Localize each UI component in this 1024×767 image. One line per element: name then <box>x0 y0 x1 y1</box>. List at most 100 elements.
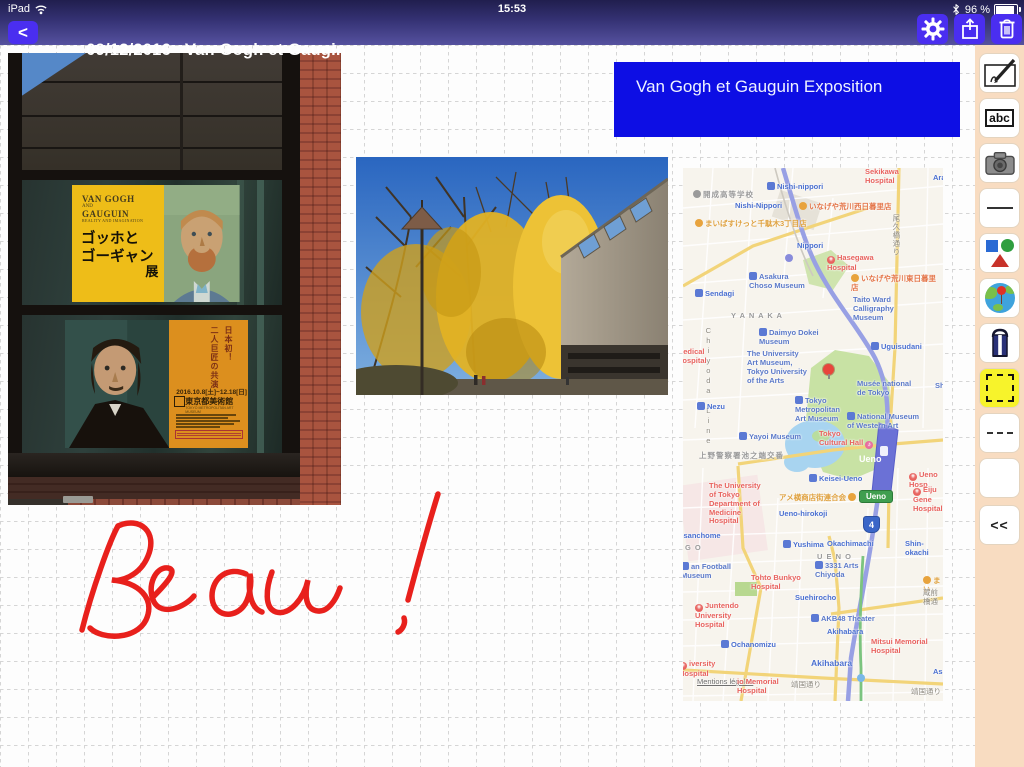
handwriting-beau[interactable] <box>60 470 480 670</box>
poster-gauguin: 日本初！ 二人巨匠の共演 2016.10.8[土]~12.18[日] 東京都美術… <box>65 320 248 448</box>
map-label: +Eiju Gene Hospital <box>913 486 943 514</box>
mus-map-icon <box>683 562 689 570</box>
mus-map-icon <box>759 328 767 336</box>
map-ueno[interactable]: Nishi-nipporiSekikawa HospitalAra開成高等学校N… <box>683 168 943 701</box>
delete-button[interactable] <box>991 14 1022 44</box>
map-label: Nishi-Nippori <box>735 202 782 211</box>
clock: 15:53 <box>0 3 1024 15</box>
map-label: 靖国通り <box>791 681 821 690</box>
blank-tool-button[interactable] <box>979 458 1020 498</box>
settings-button[interactable] <box>917 14 948 44</box>
back-button[interactable]: < <box>8 21 38 44</box>
shapes-tool-button[interactable] <box>979 233 1020 273</box>
map-label: Ara <box>933 174 943 183</box>
map-label: io Memorial Hospital <box>737 678 779 696</box>
map-label: Keisei-Ueno <box>809 474 862 484</box>
poster-title-en: VAN GOGH <box>82 195 164 204</box>
map-label: National Museum of Western Art <box>847 412 919 431</box>
pen-icon <box>983 58 1017 88</box>
map-label: Daimyo Dokei Museum <box>759 328 819 347</box>
map-label: Chiyoda Line <box>703 326 712 446</box>
rail-map-icon <box>809 474 817 482</box>
selection-rect-icon <box>986 374 1014 402</box>
share-button[interactable] <box>954 14 985 44</box>
window-lower: 日本初！ 二人巨匠の共演 2016.10.8[土]~12.18[日] 東京都美術… <box>22 315 282 453</box>
photo-ginkgo-trees[interactable] <box>356 157 668 395</box>
map-label: 尾久橋通り <box>891 214 900 257</box>
page-title: 09/12/2016 Van Gogh et Gaugin <box>48 22 346 79</box>
status-bar: iPad 15:53 96 % <box>0 0 1024 18</box>
map-label: Sendagi <box>695 289 734 299</box>
line-tool-button[interactable] <box>979 188 1020 228</box>
map-label: an Football Museum <box>683 562 731 581</box>
map-tool-button[interactable] <box>979 278 1020 318</box>
ueno-route-shield: Ueno <box>859 490 893 503</box>
map-label: Suehirocho <box>795 594 836 603</box>
gear-icon <box>921 17 945 41</box>
eraser-icon <box>986 327 1014 359</box>
collapse-icon: << <box>990 517 1008 533</box>
shop-map-icon <box>695 219 703 227</box>
camera-icon <box>983 149 1017 177</box>
poster2-vertical-text: 日本初！ <box>223 326 234 362</box>
rail-map-icon <box>783 540 791 548</box>
map-label: Medical Hospital <box>683 348 707 366</box>
gray-map-icon <box>693 190 701 198</box>
photo-exhibition-posters[interactable]: VAN GOGH AND GAUGUIN REALITY AND IMAGINA… <box>8 53 341 505</box>
dashed-line-icon <box>987 432 1013 434</box>
music-map-icon: ♪ <box>865 441 873 449</box>
note-title-box[interactable]: Van Gogh et Gauguin Exposition <box>614 62 960 137</box>
map-label: +Hasegawa Hospital <box>827 254 874 273</box>
journal-app-window: iPad 15:53 96 % < 09/12/2016V <box>0 0 1024 767</box>
map-label: 3331 Arts Chiyoda <box>815 561 859 580</box>
poster2-dates: 2016.10.8[土]~12.18[日] <box>176 386 247 396</box>
map-label: Asakura Choso Museum <box>749 272 805 291</box>
abc-icon: abc <box>985 109 1014 127</box>
map-pin-icon <box>823 364 834 375</box>
map-label: Ueno-hirokoji <box>779 510 827 519</box>
pen-tool-button[interactable] <box>979 53 1020 93</box>
map-label: 蔵前橋通 <box>923 589 943 607</box>
select-tool-button[interactable] <box>979 368 1020 408</box>
van-gogh-portrait <box>164 185 240 302</box>
mus-map-icon <box>739 432 747 440</box>
entry-title: Van Gogh et Gaugin <box>185 41 346 59</box>
rail-map-icon <box>695 289 703 297</box>
map-label: Ueno <box>859 454 882 465</box>
shop-map-icon <box>848 493 856 501</box>
text-tool-button[interactable]: abc <box>979 98 1020 138</box>
header: iPad 15:53 96 % < 09/12/2016V <box>0 0 1024 45</box>
map-label: The University of Tokyo Department of Me… <box>709 482 761 526</box>
map-label: Nezu <box>697 402 725 412</box>
toolbar-sidebar: abc <box>975 45 1024 767</box>
note-canvas[interactable]: Van Gogh et Gauguin Exposition VAN GOGH <box>0 45 975 767</box>
rail-map-icon <box>721 640 729 648</box>
map-label: Tokyo Metropolitan Art Museum <box>795 396 840 424</box>
map-label: Nippori <box>797 242 823 251</box>
map-label: 上野警察署池之端交番 <box>699 452 784 461</box>
map-label: Tohto Bunkyo Hospital <box>751 574 801 592</box>
dashed-line-tool-button[interactable] <box>979 413 1020 453</box>
camera-tool-button[interactable] <box>979 143 1020 183</box>
map-label: Mitsui Memorial Hospital <box>871 638 928 656</box>
map-label: Okachimachi <box>827 540 874 549</box>
entry-date: 09/12/2016 <box>86 41 171 59</box>
eraser-tool-button[interactable] <box>979 323 1020 363</box>
map-label: Taito Ward Calligraphy Museum <box>853 296 894 323</box>
shop-map-icon <box>923 576 931 584</box>
map-label: Musée national de Tokyo <box>857 380 911 398</box>
map-label: Y A N A K A <box>731 312 783 321</box>
map-label: Akihabara <box>827 628 863 637</box>
map-label: アメ横商店街連合会 <box>779 493 858 503</box>
route-4-shield: 4 <box>863 516 880 533</box>
trash-icon <box>995 17 1019 41</box>
brick-wall <box>300 53 341 505</box>
shop-map-icon <box>851 274 859 282</box>
rail-map-icon <box>697 402 705 410</box>
collapse-sidebar-button[interactable]: << <box>979 505 1020 545</box>
nav-bar: < 09/12/2016Van Gogh et Gaugin <box>0 18 1024 45</box>
mus-map-icon <box>795 396 803 404</box>
line-icon <box>987 207 1013 209</box>
mus-map-icon <box>811 614 819 622</box>
map-label: -sanchome <box>683 532 721 541</box>
